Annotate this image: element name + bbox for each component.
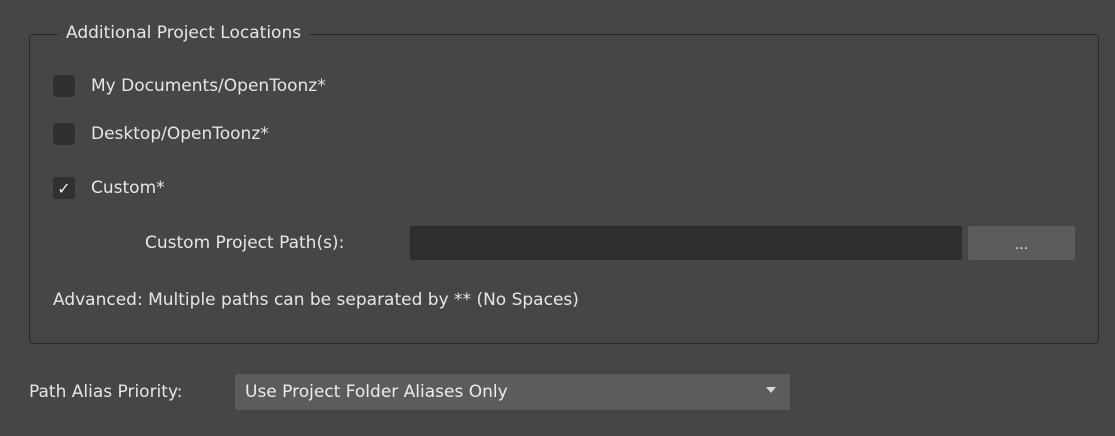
path-alias-priority-value: Use Project Folder Aliases Only [245, 382, 508, 402]
advanced-hint: Advanced: Multiple paths can be separate… [53, 290, 579, 310]
browse-button[interactable]: ... [968, 226, 1075, 260]
custom-checkbox[interactable]: ✓ [53, 177, 75, 199]
custom-option[interactable]: ✓ Custom* [53, 176, 165, 200]
dropdown-arrow-icon [766, 387, 776, 393]
custom-label: Custom* [91, 178, 165, 198]
custom-path-input[interactable] [410, 226, 962, 260]
custom-path-label: Custom Project Path(s): [145, 233, 345, 253]
group-title: Additional Project Locations [58, 20, 310, 46]
desktop-label: Desktop/OpenToonz* [91, 124, 269, 144]
path-alias-priority-select[interactable]: Use Project Folder Aliases Only [235, 374, 790, 410]
my-documents-label: My Documents/OpenToonz* [91, 76, 326, 96]
path-alias-priority-label: Path Alias Priority: [29, 382, 183, 402]
checkmark-icon: ✓ [57, 178, 71, 198]
desktop-option[interactable]: Desktop/OpenToonz* [53, 122, 269, 146]
my-documents-checkbox[interactable] [53, 75, 75, 97]
my-documents-option[interactable]: My Documents/OpenToonz* [53, 74, 326, 98]
desktop-checkbox[interactable] [53, 123, 75, 145]
